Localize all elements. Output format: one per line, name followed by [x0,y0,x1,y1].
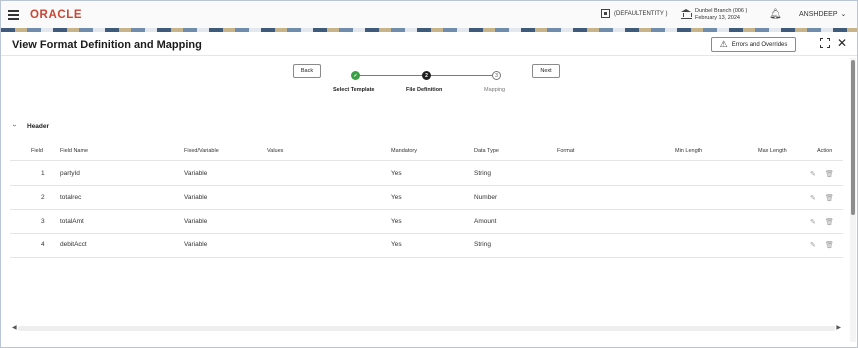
branch-date: February 13, 2024 [695,15,740,21]
row-separator [10,185,843,186]
top-bar: ORACLE (DEFAULTENTITY ) Dunbel Branch (0… [1,1,857,28]
row-separator [10,209,843,210]
table-cell-field-name: debitAcct [60,241,87,248]
table-cell-fixed-variable: Variable [184,194,208,201]
trash-icon[interactable]: 🗑︎ [825,194,834,202]
table-cell-mandatory: Yes [391,170,402,177]
user-menu[interactable]: ANSHDEEP ⌄ [799,10,846,18]
table-cell-data-type: String [474,241,491,248]
row-separator [10,233,843,234]
pencil-icon[interactable]: ✎ [810,241,816,249]
table-cell-field: 4 [41,241,45,248]
content-panel [5,60,848,337]
table-cell-fixed-variable: Variable [184,170,208,177]
row-separator [10,257,843,258]
column-header-values: Values [267,148,284,154]
column-header-format: Format [557,148,575,154]
table-cell-data-type: Amount [474,218,497,225]
pencil-icon[interactable]: ✎ [810,194,816,202]
step-label-file-definition[interactable]: File Definition [406,87,442,93]
expand-icon[interactable] [820,38,830,48]
back-button[interactable]: Back [293,64,321,78]
step-connector [360,75,422,76]
scrollbar-thumb[interactable] [851,60,855,215]
errors-overrides-label: Errors and Overrides [731,41,788,48]
oracle-logo: ORACLE [30,9,83,21]
entity-selector[interactable]: (DEFAULTENTITY ) [601,9,667,18]
trash-icon[interactable]: 🗑︎ [825,241,834,249]
column-header-max-length: Max Length [758,148,787,154]
table-cell-data-type: Number [474,194,498,201]
table-cell-mandatory: Yes [391,241,402,248]
pencil-icon[interactable]: ✎ [810,170,816,178]
table-cell-field: 1 [41,170,45,177]
step-connector [431,75,492,76]
chevron-down-icon: ⌄ [840,11,847,18]
column-header-fixed-variable: Fixed/Variable [184,148,219,154]
hamburger-icon[interactable] [8,10,19,20]
table-cell-field-name: partyId [60,170,80,177]
bank-icon [681,9,692,19]
trash-icon[interactable]: 🗑︎ [825,218,834,226]
errors-overrides-button[interactable]: ⚠ Errors and Overrides [711,37,796,52]
table-cell-fixed-variable: Variable [184,241,208,248]
scroll-right-icon[interactable]: ▶ [836,324,841,331]
step-1-check-icon: ✓ [351,71,360,80]
table-cell-field-name: totalrec [60,194,82,201]
table-cell-field: 2 [41,194,45,201]
header-divider [1,55,857,56]
column-header-data-type: Data Type [474,148,499,154]
column-header-field-name: Field Name [60,148,89,154]
step-label-select-template[interactable]: Select Template [333,87,374,93]
table-cell-fixed-variable: Variable [184,218,208,225]
table-cell-mandatory: Yes [391,194,402,201]
column-header-mandatory: Mandatory [391,148,417,154]
page-title: View Format Definition and Mapping [12,39,202,51]
section-title-header[interactable]: Header [27,123,49,130]
entity-label: (DEFAULTENTITY ) [614,10,668,17]
warning-icon: ⚠ [719,39,728,49]
branch-name: Dunbel Branch (006 ) [695,8,748,14]
close-icon[interactable]: ✕ [837,36,847,50]
scroll-left-icon[interactable]: ◀ [12,324,17,331]
table-cell-mandatory: Yes [391,218,402,225]
column-header-action: Action [817,148,833,154]
table-cell-field: 3 [41,218,45,225]
step-3-marker: 3 [492,71,501,80]
vertical-scrollbar[interactable] [850,58,856,342]
column-header-min-length: Min Length [675,148,703,154]
header-stripe [1,28,857,32]
column-header-field: Field [31,148,43,154]
user-name: ANSHDEEP [799,11,838,18]
next-button[interactable]: Next [532,64,560,78]
horizontal-scrollbar[interactable]: ◀ ▶ [10,325,843,332]
building-icon [601,9,610,18]
step-2-marker: 2 [422,71,431,80]
step-label-mapping[interactable]: Mapping [484,87,505,93]
table-cell-field-name: totalAmt [60,218,84,225]
collapse-chevron-icon[interactable]: › [11,124,18,126]
bell-icon[interactable]: 🔔︎ [769,9,782,20]
trash-icon[interactable]: 🗑︎ [825,170,834,178]
branch-selector[interactable]: Dunbel Branch (006 ) February 13, 2024 [681,8,747,22]
pencil-icon[interactable]: ✎ [810,218,816,226]
scrollbar-track[interactable] [18,326,835,331]
row-separator [10,160,843,161]
table-cell-data-type: String [474,170,491,177]
